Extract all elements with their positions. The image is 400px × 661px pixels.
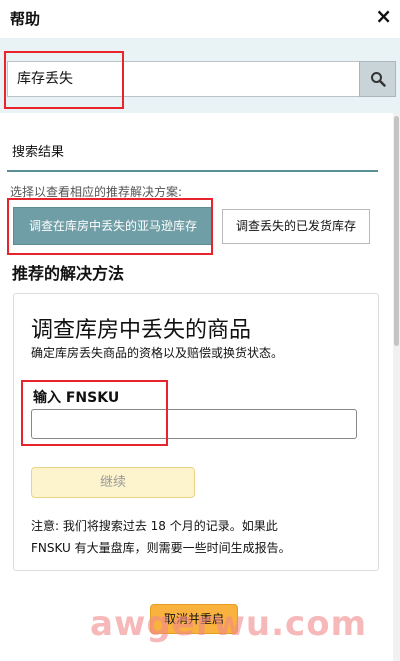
note-line-2: FNSKU 有大量盘库，则需要一些时间生成报告。 [31, 541, 291, 555]
card-description: 确定库房丢失商品的资格以及赔偿或换货状态。 [31, 346, 284, 360]
search-results-heading: 搜索结果 [12, 145, 65, 160]
card-title: 调查库房中丢失的商品 [31, 318, 252, 343]
continue-button[interactable]: 继续 [31, 467, 195, 498]
results-divider [7, 170, 378, 172]
highlight-box-search [4, 51, 124, 109]
highlight-box-fnsku [21, 380, 168, 446]
note-line-1: 注意: 我们将搜索过去 18 个月的记录。如果此 [31, 519, 278, 533]
search-button[interactable] [359, 61, 396, 97]
highlight-box-option [7, 198, 213, 255]
scrollbar-thumb[interactable] [394, 116, 399, 346]
panel-title: 帮助 [10, 10, 41, 28]
recommended-solutions-heading: 推荐的解决方法 [12, 264, 125, 283]
close-icon[interactable]: × [375, 4, 392, 28]
search-icon [371, 72, 386, 87]
watermark: awgerwu.com [90, 604, 367, 644]
help-panel-header: 帮助 × [0, 0, 400, 38]
option-shipped-inventory-lost[interactable]: 调查丢失的已发货库存 [222, 209, 370, 244]
